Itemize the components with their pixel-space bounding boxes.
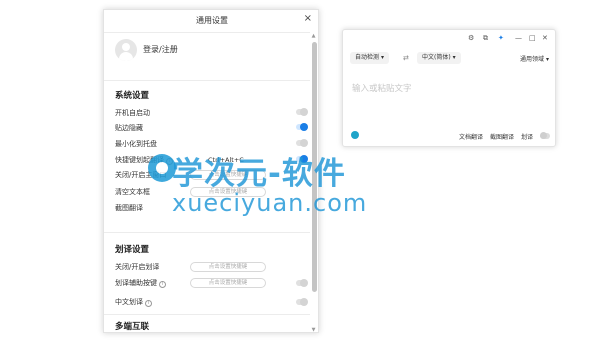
target-language-select[interactable]: 中文(简体) ▾ (417, 52, 461, 64)
scroll-down-icon[interactable]: ▼ (310, 327, 317, 332)
toggle-edge-hide[interactable] (296, 123, 308, 131)
divider (104, 32, 310, 33)
chevron-down-icon: ▾ (380, 54, 384, 61)
gear-icon[interactable]: ⚙ (468, 34, 474, 42)
toggle-minimize-tray[interactable] (296, 139, 308, 147)
app-logo-icon[interactable] (351, 131, 359, 139)
row-label-text: 划译辅助按键 (115, 279, 157, 287)
settings-title: 通用设置 (196, 16, 228, 25)
avatar[interactable] (115, 39, 137, 61)
row-label-screenshot-translate: 截图翻译 (115, 204, 143, 212)
divider (104, 314, 310, 315)
swap-icon[interactable]: ⇄ (403, 54, 409, 62)
close-icon[interactable]: ✕ (542, 34, 548, 42)
close-icon[interactable]: × (304, 14, 312, 24)
minimize-icon[interactable]: — (515, 34, 522, 42)
row-label-clear-text: 清空文本框 (115, 188, 150, 196)
domain-select[interactable]: 通用领域 ▾ (520, 54, 549, 63)
row-label-autostart: 开机自启动 (115, 109, 150, 117)
screenshot-translate-button[interactable]: 截图翻译 (490, 132, 514, 141)
chevron-down-icon: ▾ (452, 54, 456, 61)
hotkey-field-select-assist[interactable]: 点击设置快捷键 (190, 278, 266, 288)
source-text-input[interactable]: 输入或粘贴文字 (352, 82, 412, 94)
toggle-autostart[interactable] (296, 108, 308, 116)
row-label-minimize-tray: 最小化到托盘 (115, 140, 157, 148)
scroll-up-icon[interactable]: ▲ (310, 33, 317, 39)
info-icon[interactable]: i (159, 281, 166, 288)
watermark-url: xueciyuan.com (172, 189, 368, 217)
hotkey-field-select[interactable]: 点击设置快捷键 (190, 262, 266, 272)
settings-titlebar: 通用设置 × (104, 10, 318, 32)
info-icon[interactable]: i (145, 300, 152, 307)
row-label-toggle-select: 关闭/开启划译 (115, 263, 160, 271)
divider (104, 80, 310, 81)
source-language-select[interactable]: 自动检测 ▾ (350, 52, 389, 64)
row-label-chinese-select: 中文划译 i (115, 297, 152, 307)
watermark-text: 学次元-软件 (172, 156, 346, 192)
toggle-select-assist[interactable] (296, 279, 308, 287)
section-title-sync: 多端互联 (115, 322, 150, 332)
section-title-system: 系统设置 (115, 91, 150, 101)
chevron-down-icon: ▾ (545, 56, 549, 63)
screenshot-icon[interactable]: ⧉ (483, 34, 488, 42)
login-link[interactable]: 登录/注册 (143, 44, 178, 55)
toggle-select-translate[interactable] (540, 132, 550, 139)
row-label-text: 中文划译 (115, 298, 143, 306)
toggle-chinese-select[interactable] (296, 298, 308, 306)
maximize-icon[interactable]: □ (529, 34, 536, 42)
row-label-select-assist-key: 划译辅助按键 i (115, 278, 166, 288)
source-language-label: 自动检测 (355, 54, 380, 61)
translator-window: ⚙ ⧉ ✦ — □ ✕ 自动检测 ▾ ⇄ 中文(简体) ▾ 通用领域 ▾ 输入或… (342, 29, 556, 147)
section-title-select-translate: 划译设置 (115, 245, 150, 255)
target-language-label: 中文(简体) (422, 54, 451, 61)
divider (104, 232, 310, 233)
doc-translate-button[interactable]: 文档翻译 (459, 132, 483, 141)
domain-label: 通用领域 (520, 56, 545, 63)
pin-icon[interactable]: ✦ (498, 34, 504, 42)
select-translate-label: 划译 (521, 134, 534, 141)
row-label-edge-hide: 贴边隐藏 (115, 124, 143, 132)
